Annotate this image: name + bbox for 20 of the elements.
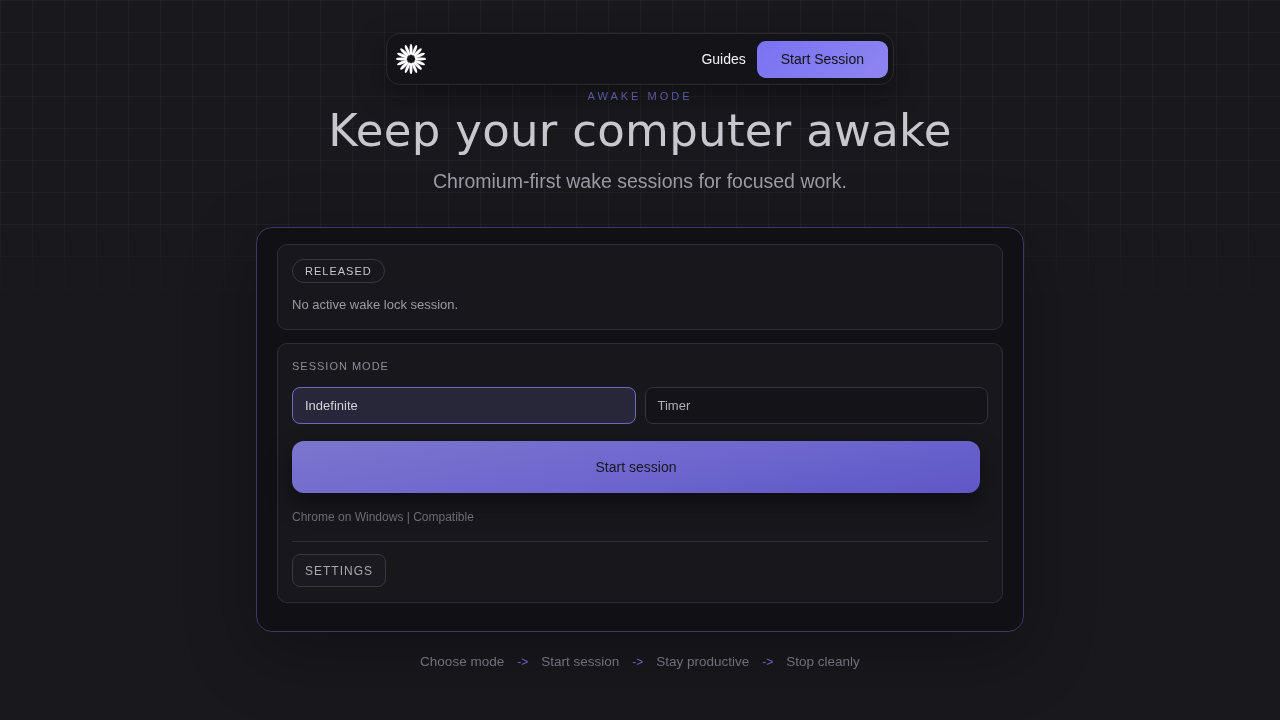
compatibility-text: Chrome on Windows | Compatible (292, 509, 474, 525)
step-arrow: -> (517, 654, 529, 671)
mode-option[interactable]: Timer (644, 387, 988, 424)
step-arrow: -> (762, 654, 774, 671)
status-message: No active wake lock session. (292, 296, 459, 314)
step-label: Stay productive (656, 653, 750, 671)
start-session-nav-button[interactable]: Start Session (756, 40, 888, 78)
settings-button[interactable]: SETTINGS (292, 554, 386, 587)
flower-logo-icon[interactable] (395, 43, 427, 75)
hero-title: Keep your computer awake (328, 104, 952, 158)
step-label: Stop cleanly (786, 653, 860, 671)
step-label: Start session (541, 653, 620, 671)
mode-option[interactable]: Indefinite (292, 387, 636, 424)
guides-link[interactable]: Guides (701, 51, 746, 67)
eyebrow-label: AWAKE MODE (587, 89, 693, 103)
hero-subtitle: Chromium-first wake sessions for focused work. (433, 169, 847, 193)
start-session-button[interactable]: Start session (292, 441, 980, 493)
session-mode-label: SESSION MODE (292, 359, 389, 373)
step-label: Choose mode (420, 653, 505, 671)
step-arrow: -> (632, 654, 644, 671)
